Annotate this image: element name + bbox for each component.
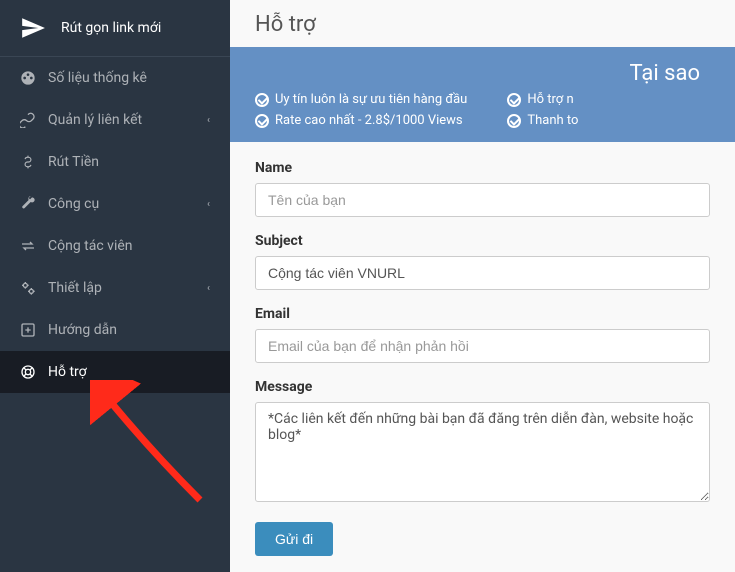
wrench-icon — [20, 196, 36, 212]
link-icon — [20, 112, 36, 128]
sidebar: Rút gọn link mới Số liệu thống kê Quản l… — [0, 0, 230, 572]
sidebar-item-label: Quản lý liên kết — [48, 112, 142, 128]
nav-menu: Số liệu thống kê Quản lý liên kết ‹ Rút … — [0, 57, 230, 393]
gears-icon — [20, 280, 36, 296]
dashboard-icon — [20, 70, 36, 86]
brand-text: Rút gọn link mới — [61, 20, 161, 36]
message-textarea[interactable]: *Các liên kết đến những bài bạn đã đăng … — [255, 402, 710, 502]
paper-plane-icon — [20, 15, 46, 41]
banner-item: Hỗ trợ n — [507, 92, 578, 107]
check-circle-icon — [255, 93, 269, 107]
banner-row: Uy tín luôn là sự ưu tiên hàng đầu Rate … — [255, 92, 710, 128]
sidebar-item-label: Số liệu thống kê — [48, 70, 147, 86]
banner-col-1: Uy tín luôn là sự ưu tiên hàng đầu Rate … — [255, 92, 467, 128]
plus-square-icon — [20, 322, 36, 338]
banner-item: Thanh to — [507, 113, 578, 128]
brand[interactable]: Rút gọn link mới — [0, 0, 230, 56]
banner-text: Hỗ trợ n — [527, 92, 573, 107]
sidebar-item-label: Công cụ — [48, 196, 99, 212]
subject-label: Subject — [255, 233, 710, 249]
banner-item: Rate cao nhất - 2.8$/1000 Views — [255, 113, 467, 128]
subject-input[interactable] — [255, 256, 710, 290]
banner-col-2: Hỗ trợ n Thanh to — [507, 92, 578, 128]
email-label: Email — [255, 306, 710, 322]
dollar-icon — [20, 154, 36, 170]
life-ring-icon — [20, 364, 36, 380]
sidebar-item-tools[interactable]: Công cụ ‹ — [0, 183, 230, 225]
banner-text: Uy tín luôn là sự ưu tiên hàng đầu — [275, 92, 467, 107]
check-circle-icon — [507, 93, 521, 107]
banner-title: Tại sao — [255, 61, 710, 86]
submit-button[interactable]: Gửi đi — [255, 522, 333, 556]
banner-text: Thanh to — [527, 113, 578, 128]
support-form: Name Subject Email Message *Các liên kết… — [230, 160, 735, 556]
sidebar-item-label: Hỗ trợ — [48, 364, 87, 380]
sidebar-item-withdraw[interactable]: Rút Tiền — [0, 141, 230, 183]
banner-item: Uy tín luôn là sự ưu tiên hàng đầu — [255, 92, 467, 107]
sidebar-item-settings[interactable]: Thiết lập ‹ — [0, 267, 230, 309]
chevron-left-icon: ‹ — [207, 115, 210, 126]
check-circle-icon — [507, 114, 521, 128]
banner-text: Rate cao nhất - 2.8$/1000 Views — [275, 113, 463, 128]
promo-banner: Tại sao Uy tín luôn là sự ưu tiên hàng đ… — [230, 47, 735, 142]
chevron-left-icon: ‹ — [207, 199, 210, 210]
sidebar-item-label: Rút Tiền — [48, 154, 99, 170]
sidebar-item-label: Cộng tác viên — [48, 238, 133, 254]
email-input[interactable] — [255, 329, 710, 363]
sidebar-item-label: Thiết lập — [48, 280, 102, 296]
sidebar-item-manage-links[interactable]: Quản lý liên kết ‹ — [0, 99, 230, 141]
chevron-left-icon: ‹ — [207, 283, 210, 294]
sidebar-item-guide[interactable]: Hướng dẫn — [0, 309, 230, 351]
name-input[interactable] — [255, 183, 710, 217]
sidebar-item-support[interactable]: Hỗ trợ — [0, 351, 230, 393]
exchange-icon — [20, 238, 36, 254]
page-title: Hỗ trợ — [230, 0, 735, 47]
sidebar-item-stats[interactable]: Số liệu thống kê — [0, 57, 230, 99]
sidebar-item-affiliates[interactable]: Cộng tác viên — [0, 225, 230, 267]
message-label: Message — [255, 379, 710, 395]
sidebar-item-label: Hướng dẫn — [48, 322, 117, 338]
main-content: Hỗ trợ Tại sao Uy tín luôn là sự ưu tiên… — [230, 0, 735, 572]
name-label: Name — [255, 160, 710, 176]
check-circle-icon — [255, 114, 269, 128]
